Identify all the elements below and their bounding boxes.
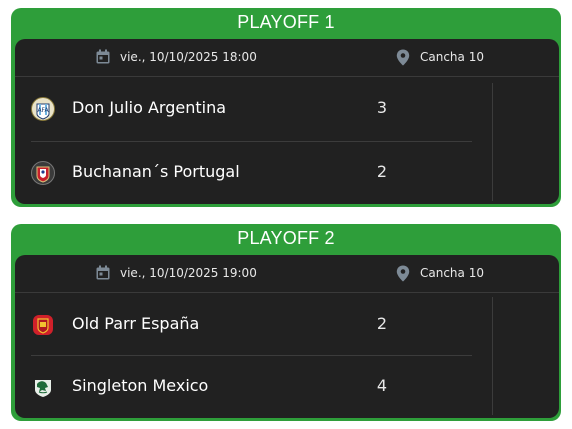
column-divider — [492, 297, 493, 415]
column-divider — [492, 83, 493, 201]
match-venue: Cancha 10 — [420, 266, 484, 280]
svg-text:AFA: AFA — [37, 107, 49, 114]
team-score: 2 — [376, 314, 388, 333]
team-score: 2 — [376, 162, 388, 181]
team-row[interactable]: Old Parr España 2 — [15, 293, 493, 357]
match-title: PLAYOFF 2 — [237, 228, 335, 248]
match-panel: vie., 10/10/2025 18:00 Cancha 10 AFA Don… — [15, 39, 559, 204]
calendar-icon — [95, 265, 111, 281]
argentina-crest-icon: AFA — [31, 97, 55, 121]
team-name: Old Parr España — [72, 314, 200, 333]
team-row[interactable]: Buchanan´s Portugal 2 — [15, 141, 493, 204]
team-score: 4 — [376, 376, 388, 395]
match-card-playoff-2[interactable]: PLAYOFF 2 vie., 10/10/2025 19:00 Cancha … — [11, 224, 561, 421]
match-meta: vie., 10/10/2025 19:00 Cancha 10 — [15, 255, 559, 293]
location-pin-icon — [396, 49, 410, 66]
mexico-crest-icon — [31, 375, 55, 399]
spain-crest-icon — [31, 313, 55, 337]
match-panel: vie., 10/10/2025 19:00 Cancha 10 Old Par… — [15, 255, 559, 418]
portugal-crest-icon — [31, 161, 55, 185]
team-name: Buchanan´s Portugal — [72, 162, 240, 181]
match-datetime: vie., 10/10/2025 19:00 — [120, 266, 257, 280]
match-venue: Cancha 10 — [420, 50, 484, 64]
calendar-icon — [95, 49, 111, 65]
match-title: PLAYOFF 1 — [237, 12, 335, 32]
match-card-playoff-1[interactable]: PLAYOFF 1 vie., 10/10/2025 18:00 Cancha … — [11, 8, 561, 207]
team-row[interactable]: Singleton Mexico 4 — [15, 355, 493, 418]
team-score: 3 — [376, 98, 388, 117]
match-meta: vie., 10/10/2025 18:00 Cancha 10 — [15, 39, 559, 77]
location-pin-icon — [396, 265, 410, 282]
team-row[interactable]: AFA Don Julio Argentina 3 — [15, 77, 493, 141]
team-name: Don Julio Argentina — [72, 98, 227, 117]
team-name: Singleton Mexico — [72, 376, 209, 395]
match-datetime: vie., 10/10/2025 18:00 — [120, 50, 257, 64]
